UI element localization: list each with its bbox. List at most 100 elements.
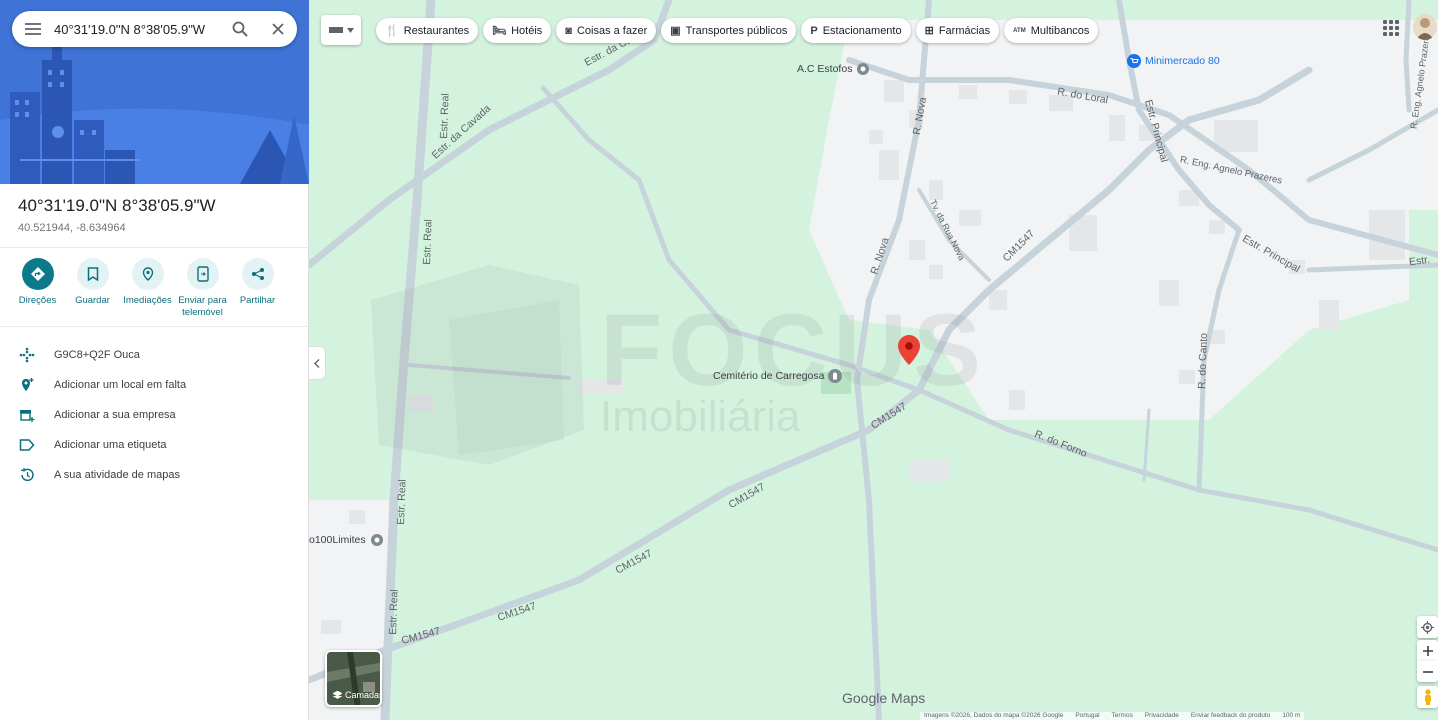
- camera-icon: ◙: [565, 24, 572, 37]
- chip-label: Coisas a fazer: [576, 24, 648, 37]
- footer-feedback-link[interactable]: Enviar feedback do produto: [1191, 712, 1271, 720]
- hotel-icon: 🛏: [492, 25, 507, 37]
- place-decimal-coords[interactable]: 40.521944, -8.634964: [18, 222, 126, 234]
- divider: [0, 326, 309, 327]
- maps-activity-row[interactable]: A sua atividade de mapas: [0, 460, 309, 490]
- shopping-cart-icon: [1127, 54, 1141, 68]
- action-label: Direções: [18, 295, 57, 306]
- add-label-row[interactable]: Adicionar uma etiqueta: [0, 430, 309, 460]
- maps-activity-text: A sua atividade de mapas: [54, 469, 180, 481]
- chevron-left-icon: [314, 358, 320, 368]
- chip-label: Hotéis: [511, 24, 543, 37]
- category-chips: 🍴 Restaurantes 🛏 Hotéis ◙ Coisas a fazer ▣ T…: [376, 18, 1099, 43]
- google-apps-icon[interactable]: [1381, 18, 1399, 36]
- poi-pin-icon: [857, 63, 870, 75]
- footer-attribution: Imagens ©2026, Dados do mapa ©2026 Googl…: [924, 712, 1064, 719]
- chip-transportes[interactable]: ▣ Transportes públicos: [661, 18, 797, 43]
- add-business-text: Adicionar a sua empresa: [54, 409, 176, 421]
- atm-icon: ATM: [1013, 27, 1026, 34]
- send-to-phone-button[interactable]: Enviar para telemóvel: [175, 258, 230, 319]
- chip-coisas-a-fazer[interactable]: ◙ Coisas a fazer: [556, 18, 657, 43]
- poi-label: A.C Estofos: [797, 63, 853, 75]
- add-place-row[interactable]: Adicionar um local em falta: [0, 370, 309, 400]
- chip-estacionamento[interactable]: P Estacionamento: [801, 18, 911, 43]
- street-view-button[interactable]: [1417, 686, 1438, 708]
- footer-privacy-link[interactable]: Privacidade: [1145, 712, 1179, 720]
- collapse-panel-button[interactable]: [309, 346, 326, 380]
- poi-label: Minimercado 80: [1145, 55, 1220, 67]
- poi-label: Cemitério de Carregosa: [713, 370, 825, 382]
- chevron-down-icon: [346, 27, 354, 33]
- map-layer-toggle[interactable]: [321, 15, 361, 45]
- location-pin-icon[interactable]: [898, 335, 920, 365]
- poi-cemiterio[interactable]: Cemitério de Carregosa: [713, 369, 843, 383]
- avatar-image: [1416, 18, 1434, 40]
- history-icon: [20, 467, 34, 482]
- save-button[interactable]: Guardar: [65, 258, 120, 319]
- footer-scale[interactable]: 100 m: [1282, 712, 1300, 720]
- add-label-text: Adicionar uma etiqueta: [54, 439, 167, 451]
- directions-glyph: [30, 267, 45, 281]
- google-maps-logo: Google Maps: [842, 690, 926, 706]
- search-icon: [232, 21, 248, 37]
- layers-label: Camadas: [345, 690, 382, 700]
- add-place-icon: [22, 378, 34, 391]
- plus-code-icon: [19, 347, 35, 363]
- bookmark-glyph: [87, 267, 98, 281]
- plus-icon: [1422, 645, 1433, 656]
- zoom-out-button[interactable]: [1417, 661, 1438, 682]
- search-box[interactable]: 40°31'19.0"N 8°38'05.9"W: [12, 11, 297, 47]
- footer-terms-link[interactable]: Termos: [1112, 712, 1133, 720]
- clear-search-button[interactable]: [259, 11, 297, 47]
- side-panel: 40°31'19.0"N 8°38'05.9"W 40°31'19.0"N 8°…: [0, 0, 309, 720]
- action-label: Partilhar: [239, 295, 276, 306]
- street-label: Estr. Real: [386, 589, 401, 635]
- send-to-phone-icon: [186, 258, 219, 290]
- nearby-glyph: [142, 267, 153, 281]
- minus-icon: [1422, 670, 1433, 673]
- street-label: Estr. Real: [394, 479, 409, 525]
- poi-minimercado[interactable]: Minimercado 80: [1127, 54, 1220, 68]
- poi-estofos[interactable]: A.C Estofos: [797, 62, 870, 76]
- nearby-icon: [131, 258, 164, 290]
- label-icon: [19, 439, 35, 451]
- poi-limites[interactable]: o100Limites: [309, 533, 384, 547]
- my-location-button[interactable]: [1417, 616, 1438, 638]
- info-list: G9C8+Q2F Ouca Adicionar um local em falt…: [0, 340, 309, 490]
- chip-farmacias[interactable]: ⊞ Farmácias: [915, 18, 1000, 43]
- layers-button[interactable]: Camadas: [325, 650, 382, 707]
- chip-label: Farmácias: [938, 24, 991, 37]
- pegman-icon: [1424, 689, 1431, 705]
- parking-icon: P: [810, 24, 818, 37]
- action-bar: Direções Guardar Imediações Enviar para …: [10, 258, 300, 319]
- divider: [0, 247, 309, 248]
- plus-code-row[interactable]: G9C8+Q2F Ouca: [0, 340, 309, 370]
- plus-code-text: G9C8+Q2F Ouca: [54, 349, 140, 361]
- nearby-button[interactable]: Imediações: [120, 258, 175, 319]
- bookmark-icon: [76, 258, 109, 290]
- street-label: Estr. Real: [437, 93, 452, 139]
- my-location-icon: [1421, 620, 1434, 634]
- menu-button[interactable]: [12, 11, 54, 47]
- zoom-in-button[interactable]: [1417, 640, 1438, 661]
- chip-label: Restaurantes: [403, 24, 470, 37]
- search-button[interactable]: [221, 11, 259, 47]
- footer-region[interactable]: Portugal: [1075, 712, 1099, 720]
- directions-button[interactable]: Direções: [10, 258, 65, 319]
- chip-hoteis[interactable]: 🛏 Hotéis: [483, 18, 552, 43]
- chip-multibancos[interactable]: ATM Multibancos: [1004, 18, 1099, 43]
- phone-glyph: [196, 266, 209, 282]
- action-label: Guardar: [75, 295, 110, 306]
- restaurant-icon: 🍴: [385, 25, 399, 37]
- poi-pin-icon: [370, 534, 383, 546]
- search-input[interactable]: 40°31'19.0"N 8°38'05.9"W: [54, 22, 221, 37]
- map-footer: Imagens ©2026, Dados do mapa ©2026 Googl…: [920, 712, 1305, 720]
- share-button[interactable]: Partilhar: [230, 258, 285, 319]
- account-avatar[interactable]: [1413, 14, 1437, 40]
- directions-icon: [21, 258, 54, 290]
- place-title: 40°31'19.0"N 8°38'05.9"W: [18, 196, 216, 215]
- pharmacy-icon: ⊞: [924, 25, 934, 37]
- add-business-row[interactable]: Adicionar a sua empresa: [0, 400, 309, 430]
- chip-restaurantes[interactable]: 🍴 Restaurantes: [376, 18, 479, 43]
- chip-label: Estacionamento: [822, 24, 902, 37]
